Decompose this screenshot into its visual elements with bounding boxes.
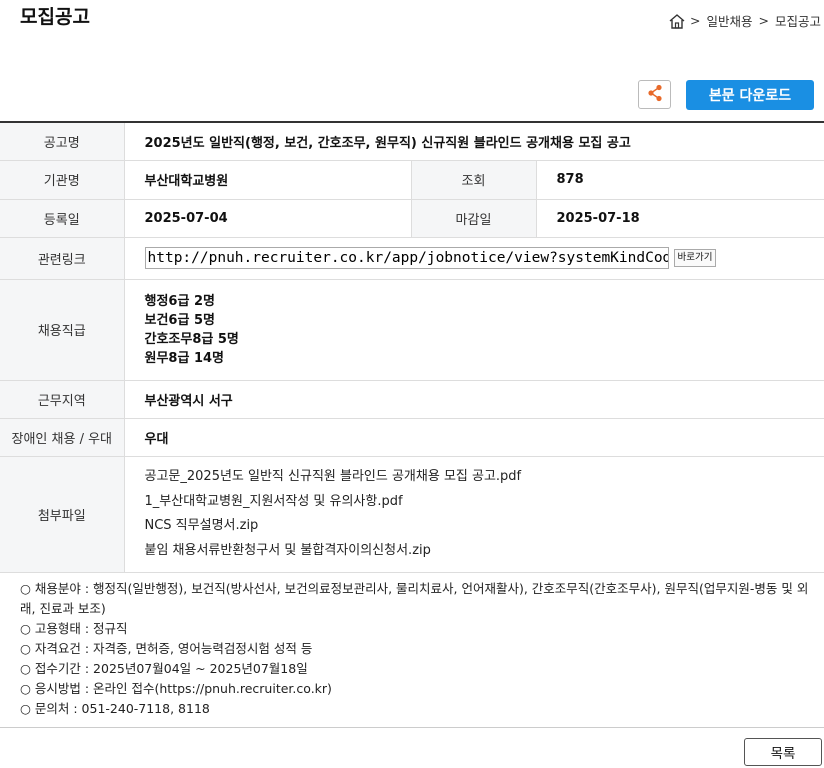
row-disabled: 장애인 채용 / 우대 우대 — [0, 418, 824, 457]
row-positions: 채용직급 행정6급 2명 보건6급 5명 간호조무8급 5명 원무8급 14명 — [0, 279, 824, 381]
page-title: 모집공고 — [20, 6, 90, 28]
note-line: ○ 문의처 : 051-240-7118, 8118 — [20, 701, 210, 716]
note-line: ○ 응시방법 : 온라인 접수(https://pnuh.recruiter.c… — [20, 681, 332, 696]
attachment-link[interactable]: 1_부산대학교병원_지원서작성 및 유의사항.pdf — [145, 490, 824, 515]
row-org: 기관명 부산대학교병원 조회 878 — [0, 160, 824, 200]
breadcrumb-separator: > — [758, 13, 769, 28]
positions-label: 채용직급 — [0, 279, 125, 381]
title-value: 2025년도 일반직(행정, 보건, 간호조무, 원무직) 신규직원 블라인드 … — [124, 121, 824, 161]
views-value: 878 — [536, 160, 824, 200]
attachment-link[interactable]: NCS 직무설명서.zip — [145, 514, 824, 539]
note-line: ○ 고용형태 : 정규직 — [20, 621, 128, 636]
attachment-link[interactable]: 공고문_2025년도 일반직 신규직원 블라인드 공개채용 모집 공고.pdf — [145, 465, 824, 490]
positions-cell: 행정6급 2명 보건6급 5명 간호조무8급 5명 원무8급 14명 — [124, 279, 824, 381]
position-item: 행정6급 2명 — [144, 293, 215, 309]
note-line: ○ 접수기간 : 2025년07월04일 ~ 2025년07월18일 — [20, 661, 308, 676]
note-line: ○ 자격요건 : 자격증, 면허증, 영어능력검정시험 성적 등 — [20, 641, 313, 656]
row-region: 근무지역 부산광역시 서구 — [0, 380, 824, 419]
breadcrumb-item-notice[interactable]: 모집공고 — [775, 11, 821, 30]
region-value: 부산광역시 서구 — [124, 380, 824, 419]
note-line: ○ 채용분야 : 행정직(일반행정), 보건직(방사선사, 보건의료정보관리사,… — [20, 581, 809, 616]
row-link: 관련링크 http://pnuh.recruiter.co.kr/app/job… — [0, 237, 824, 280]
notice-body: ○ 채용분야 : 행정직(일반행정), 보건직(방사선사, 보건의료정보관리사,… — [20, 579, 810, 719]
region-label: 근무지역 — [0, 380, 125, 419]
breadcrumb: > 일반채용 > 모집공고 — [668, 11, 824, 30]
reg-date-value: 2025-07-04 — [124, 199, 411, 238]
position-item: 원무8급 14명 — [144, 350, 225, 366]
breadcrumb-item-general-recruit[interactable]: 일반채용 — [706, 11, 752, 30]
link-cell: http://pnuh.recruiter.co.kr/app/jobnotic… — [124, 237, 824, 280]
list-button[interactable]: 목록 — [744, 738, 822, 766]
link-label: 관련링크 — [0, 237, 125, 280]
org-label: 기관명 — [0, 160, 125, 200]
attachment-link[interactable]: 붙임 채용서류반환청구서 및 불합격자이의신청서.zip — [145, 539, 824, 564]
files-cell: 공고문_2025년도 일반직 신규직원 블라인드 공개채용 모집 공고.pdf … — [124, 456, 824, 573]
download-body-button[interactable]: 본문 다운로드 — [686, 80, 814, 110]
share-icon — [647, 84, 663, 106]
disabled-label: 장애인 채용 / 우대 — [0, 418, 125, 457]
share-button[interactable] — [638, 80, 671, 109]
breadcrumb-separator: > — [690, 13, 701, 28]
title-label: 공고명 — [0, 121, 125, 161]
deadline-label: 마감일 — [410, 199, 537, 238]
files-label: 첨부파일 — [0, 456, 125, 573]
reg-date-label: 등록일 — [0, 199, 125, 238]
row-title: 공고명 2025년도 일반직(행정, 보건, 간호조무, 원무직) 신규직원 블… — [0, 121, 824, 161]
position-item: 간호조무8급 5명 — [144, 331, 239, 347]
related-link[interactable]: http://pnuh.recruiter.co.kr/app/jobnotic… — [144, 247, 669, 269]
position-item: 보건6급 5명 — [144, 312, 215, 328]
deadline-value: 2025-07-18 — [536, 199, 824, 238]
row-files: 첨부파일 공고문_2025년도 일반직 신규직원 블라인드 공개채용 모집 공고… — [0, 456, 824, 573]
row-dates: 등록일 2025-07-04 마감일 2025-07-18 — [0, 199, 824, 238]
divider — [0, 727, 824, 728]
views-label: 조회 — [410, 160, 537, 200]
disabled-value: 우대 — [124, 418, 824, 457]
home-icon[interactable] — [668, 13, 686, 29]
notice-detail-table: 공고명 2025년도 일반직(행정, 보건, 간호조무, 원무직) 신규직원 블… — [0, 121, 824, 573]
go-link-button[interactable]: 바로가기 — [673, 249, 717, 267]
org-value: 부산대학교병원 — [124, 160, 411, 200]
